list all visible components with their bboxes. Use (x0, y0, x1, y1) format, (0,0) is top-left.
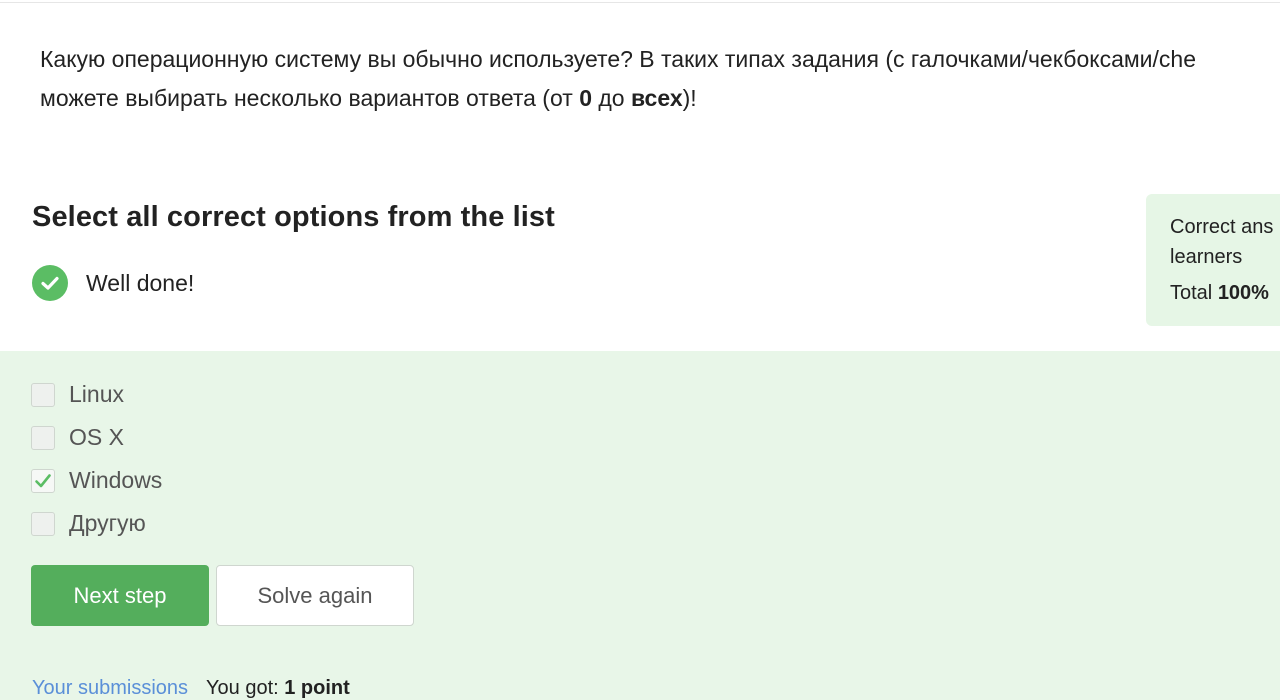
stats-total-value: 100% (1217, 282, 1269, 304)
check-circle-icon (32, 265, 68, 301)
stats-total: Total 100% (1170, 278, 1280, 308)
checkbox[interactable] (31, 382, 55, 407)
checkbox[interactable] (31, 425, 55, 450)
option-other[interactable]: Другую (31, 502, 162, 545)
result-status: Well done! (32, 265, 194, 301)
checkbox[interactable] (31, 511, 55, 536)
solve-again-button[interactable]: Solve again (216, 565, 414, 626)
stats-box: Correct ans learners Total 100% (1146, 194, 1280, 326)
your-submissions-link[interactable]: Your submissions (32, 677, 188, 699)
option-os-x[interactable]: OS X (31, 416, 162, 459)
options-list: Linux OS X Windows Другую (31, 373, 162, 545)
status-text: Well done! (86, 269, 195, 296)
stats-line-1: Correct ans (1170, 216, 1274, 238)
question-line-2-end: )! (682, 85, 697, 111)
score-text: You got: 1 point (206, 677, 350, 699)
option-label: OS X (69, 424, 124, 450)
option-linux[interactable]: Linux (31, 373, 162, 416)
checkbox-checked[interactable] (31, 468, 55, 493)
score-label: You got: (206, 677, 285, 699)
option-label: Другую (69, 510, 146, 536)
submission-footer: Your submissions You got: 1 point (32, 677, 350, 700)
answer-panel: Linux OS X Windows Другую Next step Solv… (0, 351, 1280, 700)
option-label: Windows (69, 467, 163, 493)
score-value: 1 point (284, 677, 350, 699)
option-windows[interactable]: Windows (31, 459, 162, 502)
next-step-button[interactable]: Next step (31, 565, 209, 626)
stats-total-label: Total (1170, 282, 1218, 304)
checkmark-icon (35, 473, 51, 487)
question-bold-to: всех (630, 85, 683, 111)
question-bold-from: 0 (579, 85, 592, 111)
question-line-2-mid: до (591, 85, 631, 111)
question-text: Какую операционную систему вы обычно исп… (40, 40, 1280, 118)
question-line-2: можете выбирать несколько вариантов отве… (40, 85, 580, 111)
option-label: Linux (69, 381, 124, 407)
stats-line-2: learners (1170, 246, 1243, 268)
top-divider (0, 2, 1280, 3)
task-heading: Select all correct options from the list (32, 201, 555, 233)
question-line-1: Какую операционную систему вы обычно исп… (40, 46, 1196, 72)
